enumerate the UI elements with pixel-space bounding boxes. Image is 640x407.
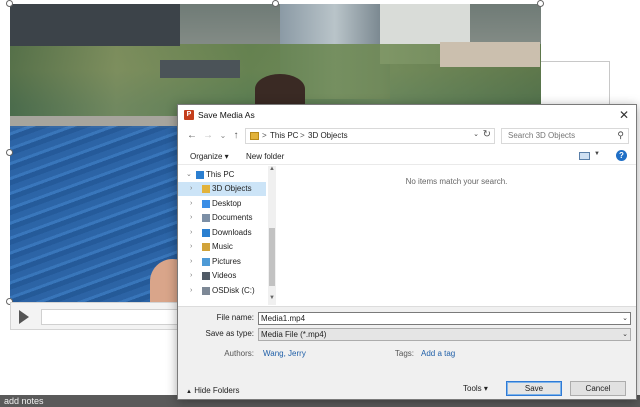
chevron-right-icon[interactable]: › [190,182,192,196]
resize-handle[interactable] [6,149,13,156]
resize-handle[interactable] [6,0,13,7]
breadcrumb-separator: > [300,131,305,140]
video-cabana [440,42,540,67]
save-as-type-label: Save as type: [205,329,254,338]
chevron-up-icon: ▲ [186,389,192,395]
scroll-down-icon[interactable]: ▼ [269,295,275,301]
tree-item-documents[interactable]: › Documents [178,211,266,225]
tree-item-music[interactable]: › Music [178,240,266,254]
3d-objects-folder-icon [250,132,259,140]
dialog-toolbar: Organize ▾ New folder ▼ ? [178,147,636,165]
refresh-icon[interactable]: ↻ [483,129,491,140]
tree-item-this-pc[interactable]: ⌄ This PC [178,168,266,182]
tree-item-label: Music [212,242,233,251]
resize-handle[interactable] [272,0,279,7]
breadcrumb-3d-objects[interactable]: 3D Objects [308,131,348,140]
breadcrumb-separator: > [262,131,267,140]
drive-icon [202,287,210,295]
chevron-down-icon[interactable]: ⌄ [186,168,192,182]
tree-item-label: Videos [212,271,237,280]
chevron-right-icon[interactable]: › [190,255,192,269]
navigation-scrollbar[interactable]: ▲ ▼ [268,166,275,305]
tree-item-osdisk[interactable]: › OSDisk (C:) [178,284,266,298]
chevron-right-icon[interactable]: › [190,269,192,283]
music-icon [202,243,210,251]
file-name-label: File name: [216,313,254,322]
chevron-right-icon[interactable]: › [190,211,192,225]
powerpoint-icon: P [184,110,194,120]
video-roof [10,4,180,46]
tree-item-label: Desktop [212,199,242,208]
help-icon[interactable]: ? [616,150,627,161]
file-list[interactable]: No items match your search. [277,166,636,305]
navigation-bar: ← → ⌄ ↑ > This PC > 3D Objects ⌄ ↻ ⚲ [178,126,636,146]
save-as-type-value: Media File (*.mp4) [261,330,327,339]
back-arrow-icon[interactable]: ← [186,129,198,143]
save-form: File name: Media1.mp4 ⌄ Save as type: Me… [178,306,636,399]
pictures-icon [202,258,210,266]
breadcrumb-this-pc[interactable]: This PC [270,131,298,140]
save-button[interactable]: Save [506,381,562,396]
dialog-title-bar[interactable]: P Save Media As ✕ [178,105,636,125]
downloads-icon [202,229,210,237]
view-options-icon[interactable] [579,152,590,160]
documents-icon [202,214,210,222]
hide-folders-button[interactable]: ▲ Hide Folders [186,386,240,395]
tags-label: Tags: [394,349,414,358]
tree-item-label: Documents [212,213,253,222]
hide-folders-label: Hide Folders [194,386,240,395]
computer-icon [196,171,204,179]
organize-button[interactable]: Organize ▾ [190,152,229,161]
scroll-up-icon[interactable]: ▲ [269,166,275,172]
tree-item-label: 3D Objects [212,184,252,193]
tree-item-pictures[interactable]: › Pictures [178,255,266,269]
resize-handle[interactable] [537,0,544,7]
scrollbar-thumb[interactable] [269,228,275,286]
chevron-down-icon[interactable]: ⌄ [622,329,628,340]
3d-objects-icon [202,185,210,193]
tree-item-downloads[interactable]: › Downloads [178,226,266,240]
save-as-type-select[interactable]: Media File (*.mp4) ⌄ [258,328,631,341]
navigation-pane: ⌄ This PC › 3D Objects › Desktop › Docum… [178,166,276,305]
video-umbrella [160,60,240,78]
tree-item-videos[interactable]: › Videos [178,269,266,283]
search-input[interactable] [508,131,608,140]
desktop-icon [202,200,210,208]
chevron-down-icon[interactable]: ⌄ [473,130,479,138]
notes-placeholder[interactable]: add notes [4,396,44,406]
chevron-right-icon[interactable]: › [190,240,192,254]
tree-item-label: Pictures [212,257,241,266]
close-icon[interactable]: ✕ [616,107,632,123]
address-bar[interactable]: > This PC > 3D Objects ⌄ ↻ [245,128,495,144]
chevron-down-icon[interactable]: ⌄ [622,313,628,324]
videos-icon [202,272,210,280]
file-name-value: Media1.mp4 [261,314,306,323]
file-name-field[interactable]: Media1.mp4 ⌄ [258,312,631,325]
forward-arrow-icon[interactable]: → [202,129,214,143]
cancel-button[interactable]: Cancel [570,381,626,396]
search-box[interactable]: ⚲ [501,128,629,144]
chevron-right-icon[interactable]: › [190,197,192,211]
authors-value[interactable]: Wang, Jerry [263,349,306,358]
up-arrow-icon[interactable]: ↑ [230,129,242,143]
search-icon: ⚲ [617,130,624,140]
video-person-head [255,74,305,104]
tags-field[interactable]: Add a tag [421,349,455,358]
save-media-dialog: P Save Media As ✕ ← → ⌄ ↑ > This PC > 3D… [177,104,637,400]
tree-item-label: OSDisk (C:) [212,286,255,295]
tree-item-label: This PC [206,170,235,179]
chevron-right-icon[interactable]: › [190,226,192,240]
chevron-down-icon[interactable]: ▼ [594,151,600,157]
chevron-right-icon[interactable]: › [190,284,192,298]
tree-item-label: Downloads [212,228,252,237]
dialog-title: Save Media As [198,110,255,120]
recent-locations-chevron-icon[interactable]: ⌄ [217,129,229,143]
play-icon[interactable] [19,310,29,324]
tools-button[interactable]: Tools ▾ [463,384,488,393]
new-folder-button[interactable]: New folder [246,152,284,161]
empty-state-message: No items match your search. [405,177,508,186]
tree-item-desktop[interactable]: › Desktop [178,197,266,211]
tree-item-3d-objects[interactable]: › 3D Objects [178,182,266,196]
authors-label: Authors: [224,349,254,358]
